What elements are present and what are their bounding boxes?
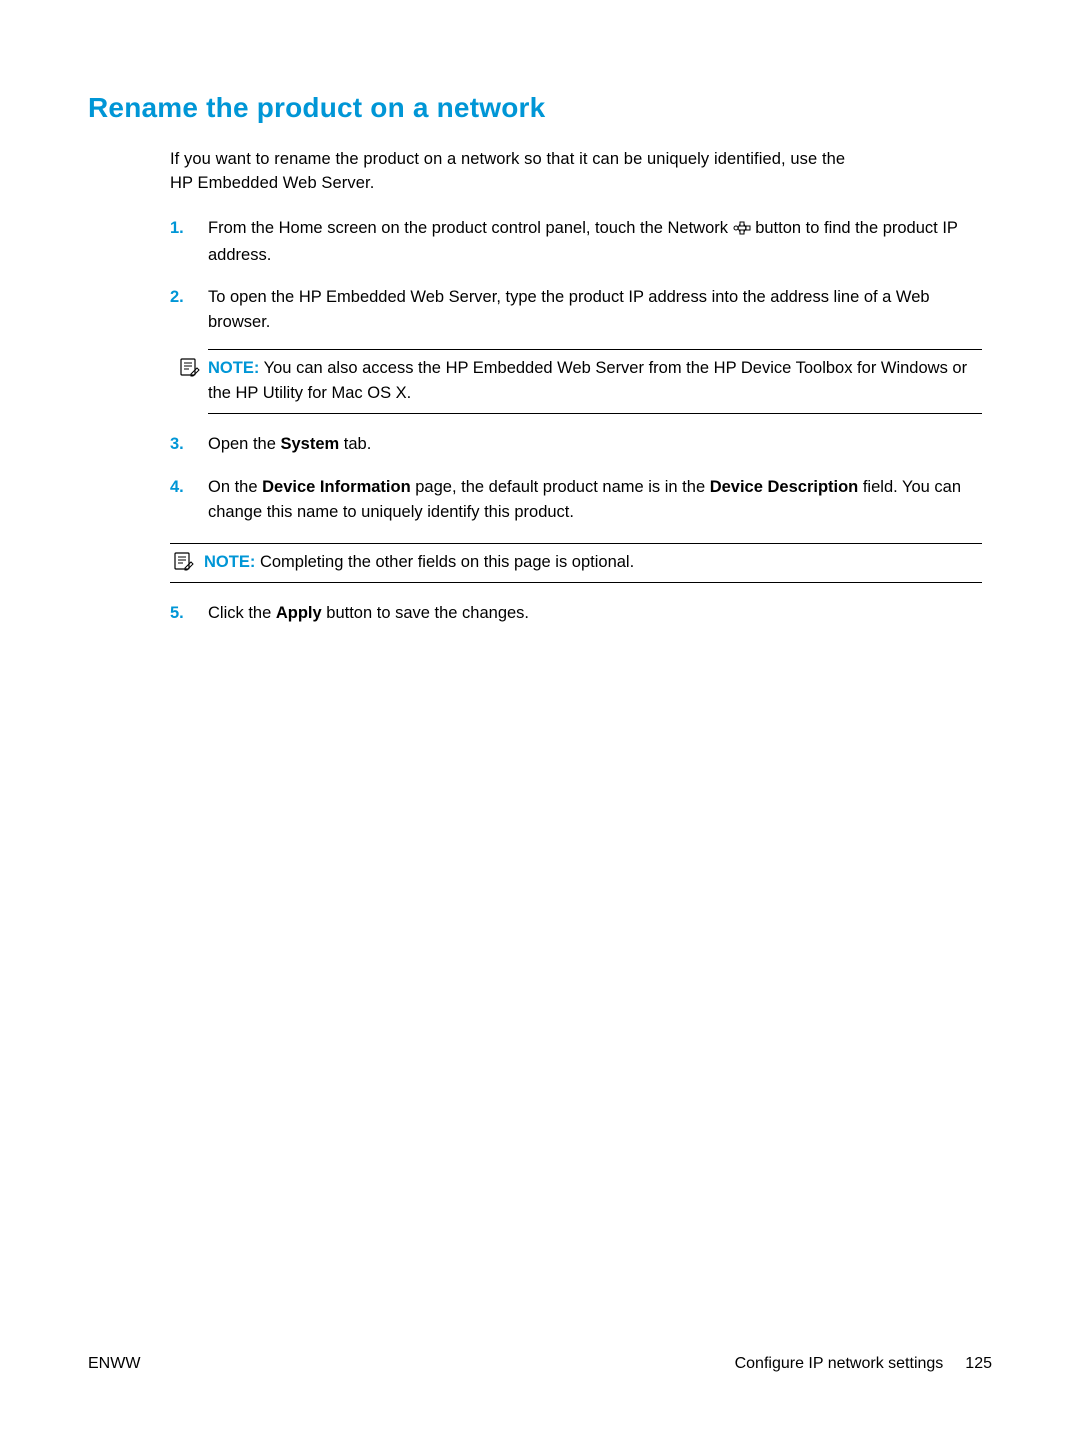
step-4-text-a: On the — [208, 478, 262, 496]
note-label: NOTE: — [204, 553, 255, 571]
note-label: NOTE: — [208, 359, 259, 377]
footer-right-text: Configure IP network settings — [735, 1355, 944, 1373]
note-icon — [172, 550, 194, 580]
intro-line-1: If you want to rename the product on a n… — [170, 150, 845, 168]
step-4: 4. On the Device Information page, the d… — [170, 475, 982, 525]
step-3-text-a: Open the — [208, 435, 280, 453]
section-heading: Rename the product on a network — [88, 92, 992, 124]
note-box-2: NOTE: Completing the other fields on thi… — [170, 543, 982, 584]
intro-line-2: HP Embedded Web Server. — [170, 174, 374, 192]
step-1: 1. From the Home screen on the product c… — [170, 216, 982, 268]
step-5-text-b: button to save the changes. — [322, 604, 529, 622]
footer-left: ENWW — [88, 1355, 140, 1373]
step-4-bold-a: Device Information — [262, 478, 411, 496]
intro-paragraph: If you want to rename the product on a n… — [170, 148, 982, 196]
step-number: 3. — [170, 432, 184, 457]
note-icon — [178, 356, 200, 386]
note-1-body: You can also access the HP Embedded Web … — [208, 359, 967, 402]
step-3-text-b: tab. — [339, 435, 371, 453]
network-icon — [733, 218, 751, 243]
step-number: 5. — [170, 601, 184, 626]
note-box-1: NOTE: You can also access the HP Embedde… — [208, 349, 982, 415]
step-number: 1. — [170, 216, 184, 241]
step-5-bold-a: Apply — [276, 604, 322, 622]
page-footer: ENWW Configure IP network settings 125 — [88, 1355, 992, 1373]
page-number: 125 — [965, 1355, 992, 1373]
note-box-2-wrapper: NOTE: Completing the other fields on thi… — [170, 543, 982, 584]
step-4-text-b: page, the default product name is in the — [411, 478, 710, 496]
step-2: 2. To open the HP Embedded Web Server, t… — [170, 285, 982, 414]
note-2-body: Completing the other fields on this page… — [260, 553, 634, 571]
step-3: 3. Open the System tab. — [170, 432, 982, 457]
step-5: 5. Click the Apply button to save the ch… — [170, 601, 982, 626]
step-4-bold-b: Device Description — [710, 478, 859, 496]
step-2-text: To open the HP Embedded Web Server, type… — [208, 288, 930, 331]
step-5-text-a: Click the — [208, 604, 276, 622]
step-3-bold-a: System — [280, 435, 339, 453]
step-number: 4. — [170, 475, 184, 500]
step-1-text-a: From the Home screen on the product cont… — [208, 219, 733, 237]
step-number: 2. — [170, 285, 184, 310]
